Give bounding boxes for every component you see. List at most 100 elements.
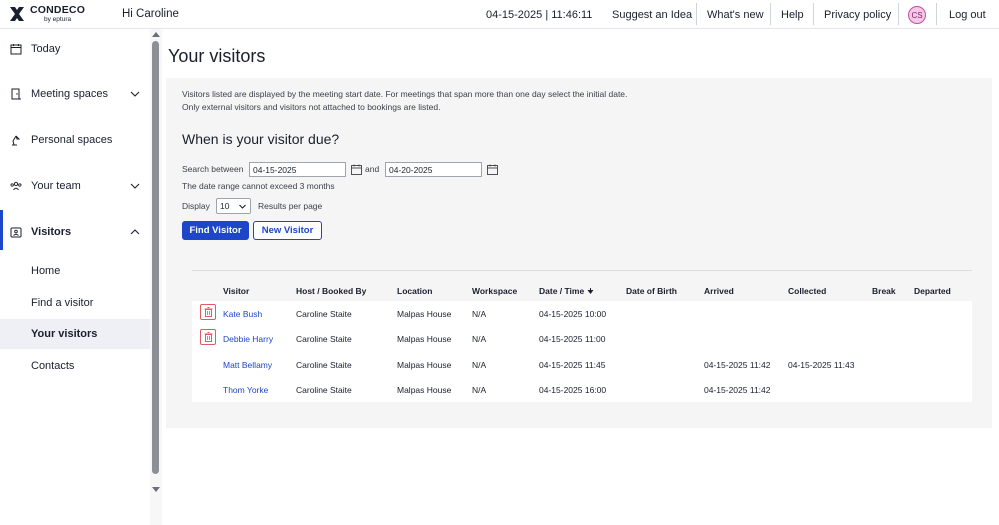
greeting: Hi Caroline: [122, 8, 179, 20]
door-icon: [11, 88, 21, 100]
nav-divider: [696, 3, 697, 25]
col-header-dob: Date of Birth: [626, 286, 677, 296]
location-cell: Malpas House: [397, 360, 452, 370]
info-line: Visitors listed are displayed by the mee…: [182, 89, 628, 99]
sidebar-item-label: Meeting spaces: [31, 88, 109, 100]
new-visitor-button[interactable]: New Visitor: [253, 221, 322, 240]
to-date-input[interactable]: [385, 162, 482, 177]
sidebar-item-meeting-spaces[interactable]: Meeting spaces: [0, 79, 150, 109]
sidebar-subitem-home[interactable]: Home: [0, 256, 150, 286]
team-icon: [10, 181, 22, 191]
nav-privacy-policy[interactable]: Privacy policy: [824, 0, 891, 29]
nav-divider: [813, 3, 814, 25]
sidebar-subitem-label: Contacts: [31, 360, 75, 372]
col-header-arrived: Arrived: [704, 286, 734, 296]
chevron-down-icon: [239, 204, 246, 209]
datetime-cell: 04-15-2025 11:00: [539, 334, 606, 344]
calendar-icon: [10, 44, 22, 55]
scroll-down-arrow-icon[interactable]: [152, 487, 160, 492]
table-row: Thom Yorke Caroline Staite Malpas House …: [192, 377, 972, 402]
sidebar-subitem-label: Find a visitor: [31, 297, 94, 309]
desk-lamp-icon: [12, 135, 21, 146]
table-divider: [192, 270, 972, 271]
col-header-datetime-label: Date / Time: [539, 286, 585, 296]
sidebar-item-label: Visitors: [31, 226, 72, 238]
chevron-down-icon: [130, 91, 140, 97]
arrived-cell: 04-15-2025 11:42: [704, 360, 771, 370]
sidebar-subitem-label: Home: [31, 265, 61, 277]
logo-sub: by eptura: [44, 15, 72, 23]
nav-suggest-idea[interactable]: Suggest an Idea: [612, 0, 692, 29]
sidebar-item-visitors[interactable]: Visitors: [0, 217, 150, 247]
table-row: Kate Bush Caroline Staite Malpas House N…: [192, 301, 972, 326]
arrived-cell: 04-15-2025 11:42: [704, 385, 771, 395]
table-row: Matt Bellamy Caroline Staite Malpas Hous…: [192, 352, 972, 377]
visitors-table-body: Kate Bush Caroline Staite Malpas House N…: [192, 301, 972, 402]
section-title: When is your visitor due?: [182, 131, 340, 147]
sidebar-item-your-team[interactable]: Your team: [0, 171, 150, 201]
sidebar-item-today[interactable]: Today: [0, 34, 150, 64]
nav-help[interactable]: Help: [781, 0, 804, 29]
display-label: Display: [182, 201, 210, 211]
chevron-down-icon: [130, 183, 140, 189]
col-header-break: Break: [872, 286, 896, 296]
nav-divider: [770, 3, 771, 25]
visitor-badge-icon: [10, 227, 22, 238]
sidebar-subitem-label: Your visitors: [31, 328, 98, 340]
search-between-label: Search between: [182, 164, 244, 174]
logo-name: CONDECO: [30, 4, 86, 16]
workspace-cell: N/A: [472, 360, 487, 370]
datetime-cell: 04-15-2025 10:00: [539, 309, 607, 319]
datetime-cell: 04-15-2025 11:45: [539, 360, 606, 370]
calendar-icon[interactable]: [351, 164, 362, 175]
host-cell: Caroline Staite: [296, 360, 352, 370]
sidebar-item-personal-spaces[interactable]: Personal spaces: [0, 125, 150, 155]
nav-whats-new[interactable]: What's new: [707, 0, 764, 29]
datetime-cell: 04-15-2025 16:00: [539, 385, 607, 395]
info-line: Only external visitors and visitors not …: [182, 102, 441, 112]
col-header-host: Host / Booked By: [296, 286, 367, 296]
trash-icon: [204, 307, 212, 317]
workspace-cell: N/A: [472, 385, 487, 395]
sidebar: Today Meeting spaces Personal spaces You…: [0, 29, 162, 525]
per-page-label: Results per page: [258, 201, 323, 211]
top-bar: CONDECO by eptura Hi Caroline 04-15-2025…: [0, 0, 999, 29]
host-cell: Caroline Staite: [296, 385, 352, 395]
scroll-up-arrow-icon[interactable]: [152, 32, 160, 37]
find-visitor-button[interactable]: Find Visitor: [182, 221, 249, 240]
col-header-collected: Collected: [788, 286, 827, 296]
visitor-name-link[interactable]: Matt Bellamy: [223, 360, 272, 370]
host-cell: Caroline Staite: [296, 334, 352, 344]
calendar-icon[interactable]: [487, 164, 498, 175]
visitor-name-link[interactable]: Debbie Harry: [223, 334, 273, 344]
delete-visitor-button[interactable]: [200, 304, 216, 320]
col-header-visitor: Visitor: [223, 286, 250, 296]
location-cell: Malpas House: [397, 334, 452, 344]
sidebar-subitem-your-visitors[interactable]: Your visitors: [0, 319, 150, 349]
main-content: Your visitors Visitors listed are displa…: [162, 29, 999, 525]
col-header-datetime[interactable]: Date / Time: [539, 286, 594, 296]
col-header-departed: Departed: [914, 286, 951, 296]
visitor-name-link[interactable]: Thom Yorke: [223, 385, 268, 395]
sidebar-subitem-find-visitor[interactable]: Find a visitor: [0, 288, 150, 318]
sidebar-subitem-contacts[interactable]: Contacts: [0, 351, 150, 381]
chevron-up-icon: [130, 229, 140, 235]
workspace-cell: N/A: [472, 309, 487, 319]
scrollbar-thumb[interactable]: [152, 41, 159, 474]
and-label: and: [365, 164, 380, 174]
logout-link[interactable]: Log out: [949, 0, 986, 29]
user-avatar[interactable]: CS: [908, 6, 926, 24]
sort-desc-icon: [587, 287, 594, 294]
col-header-workspace: Workspace: [472, 286, 518, 296]
header-datetime: 04-15-2025 | 11:46:11: [486, 9, 593, 21]
sidebar-item-label: Your team: [31, 180, 81, 192]
results-per-page-select[interactable]: 10: [216, 198, 251, 214]
search-panel: Visitors listed are displayed by the mee…: [166, 78, 992, 428]
location-cell: Malpas House: [397, 385, 452, 395]
visitor-name-link[interactable]: Kate Bush: [223, 309, 262, 319]
delete-visitor-button[interactable]: [200, 329, 216, 345]
sidebar-item-label: Personal spaces: [31, 134, 113, 146]
range-note: The date range cannot exceed 3 months: [182, 181, 335, 191]
from-date-input[interactable]: [249, 162, 346, 177]
condeco-logo[interactable]: CONDECO by eptura: [8, 5, 85, 23]
